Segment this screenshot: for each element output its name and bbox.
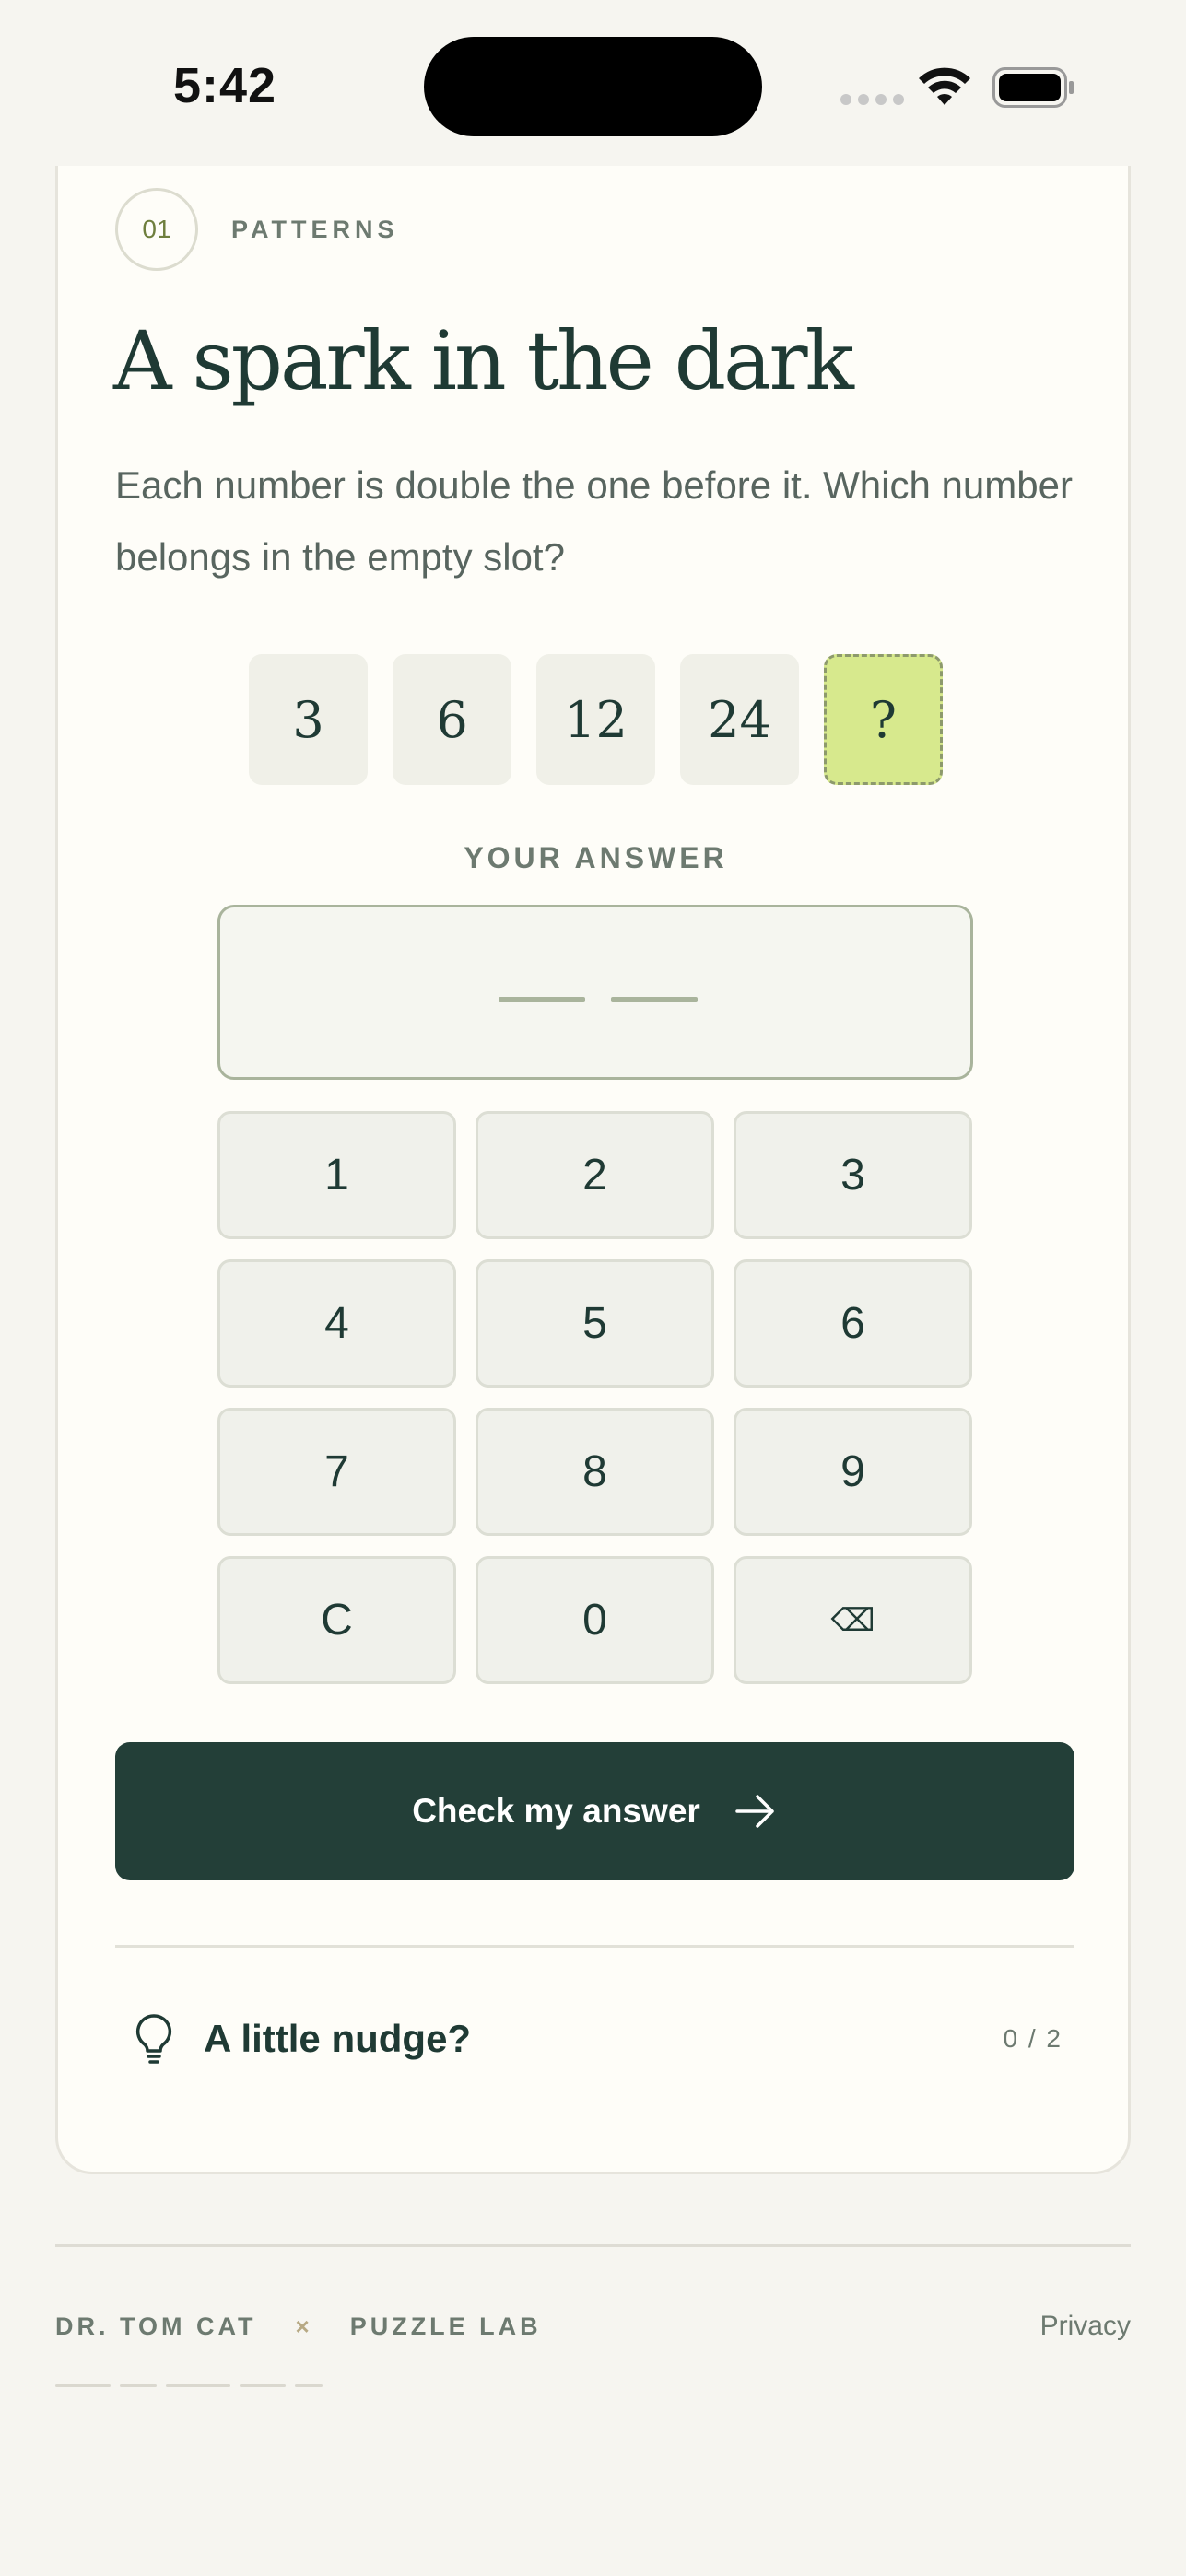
puzzle-prompt: Each number is double the one before it.… — [115, 463, 1073, 579]
privacy-link[interactable]: Privacy — [1040, 2311, 1131, 2342]
status-bar: 5:42 — [0, 0, 1186, 166]
card-divider — [115, 1945, 1074, 1948]
key-4[interactable]: 4 — [217, 1259, 456, 1388]
backspace-key[interactable]: ⌫ — [734, 1556, 972, 1684]
wifi-icon — [919, 67, 970, 105]
puzzle-number-badge: 01 — [115, 188, 198, 271]
key-1[interactable]: 1 — [217, 1111, 456, 1239]
sequence-blank-tile: ? — [824, 654, 943, 785]
puzzle-title: A spark in the dark — [113, 313, 854, 408]
hint-count: 0 / 2 — [1003, 2024, 1063, 2053]
answer-input[interactable] — [217, 905, 973, 1080]
answer-digit-placeholder — [499, 997, 585, 1002]
footer-brand-lab: PUZZLE LAB — [349, 2313, 542, 2340]
key-5[interactable]: 5 — [476, 1259, 714, 1388]
status-time: 5:42 — [173, 58, 277, 113]
key-6[interactable]: 6 — [734, 1259, 972, 1388]
answer-label: YOUR ANSWER — [464, 841, 728, 874]
puzzle-card: 01 PATTERNS A spark in the dark Each num… — [55, 166, 1131, 2174]
sequence-tile: 12 — [536, 654, 655, 785]
number-keypad: 1 2 3 4 5 6 7 8 9 C 0 ⌫ — [217, 1111, 973, 1684]
hint-toggle[interactable]: A little nudge? 0 / 2 — [132, 2007, 1063, 2071]
sequence-tile: 24 — [680, 654, 799, 785]
footer-brand: DR. TOM CAT × PUZZLE LAB — [55, 2313, 542, 2341]
answer-digit-placeholder — [611, 997, 698, 1002]
check-answer-button[interactable]: Check my answer — [115, 1742, 1074, 1880]
key-3[interactable]: 3 — [734, 1111, 972, 1239]
puzzle-category: PATTERNS — [231, 216, 399, 243]
key-0[interactable]: 0 — [476, 1556, 714, 1684]
cellular-signal-icon — [840, 94, 904, 105]
number-sequence: 3 6 12 24 ? — [249, 654, 943, 785]
battery-icon — [992, 67, 1074, 108]
key-8[interactable]: 8 — [476, 1408, 714, 1536]
key-7[interactable]: 7 — [217, 1408, 456, 1536]
sequence-tile: 6 — [393, 654, 511, 785]
dynamic-island — [424, 37, 762, 136]
key-2[interactable]: 2 — [476, 1111, 714, 1239]
arrow-right-icon — [735, 1795, 774, 1828]
check-answer-label: Check my answer — [412, 1792, 700, 1830]
hint-label: A little nudge? — [204, 2017, 472, 2060]
clear-key[interactable]: C — [217, 1556, 456, 1684]
footer-separator: × — [295, 2313, 313, 2340]
footer-brand-author: DR. TOM CAT — [55, 2313, 257, 2340]
sequence-tile: 3 — [249, 654, 368, 785]
lightbulb-icon — [135, 2014, 172, 2064]
footer-fine-print — [55, 2384, 350, 2390]
footer-divider — [55, 2244, 1131, 2247]
key-9[interactable]: 9 — [734, 1408, 972, 1536]
